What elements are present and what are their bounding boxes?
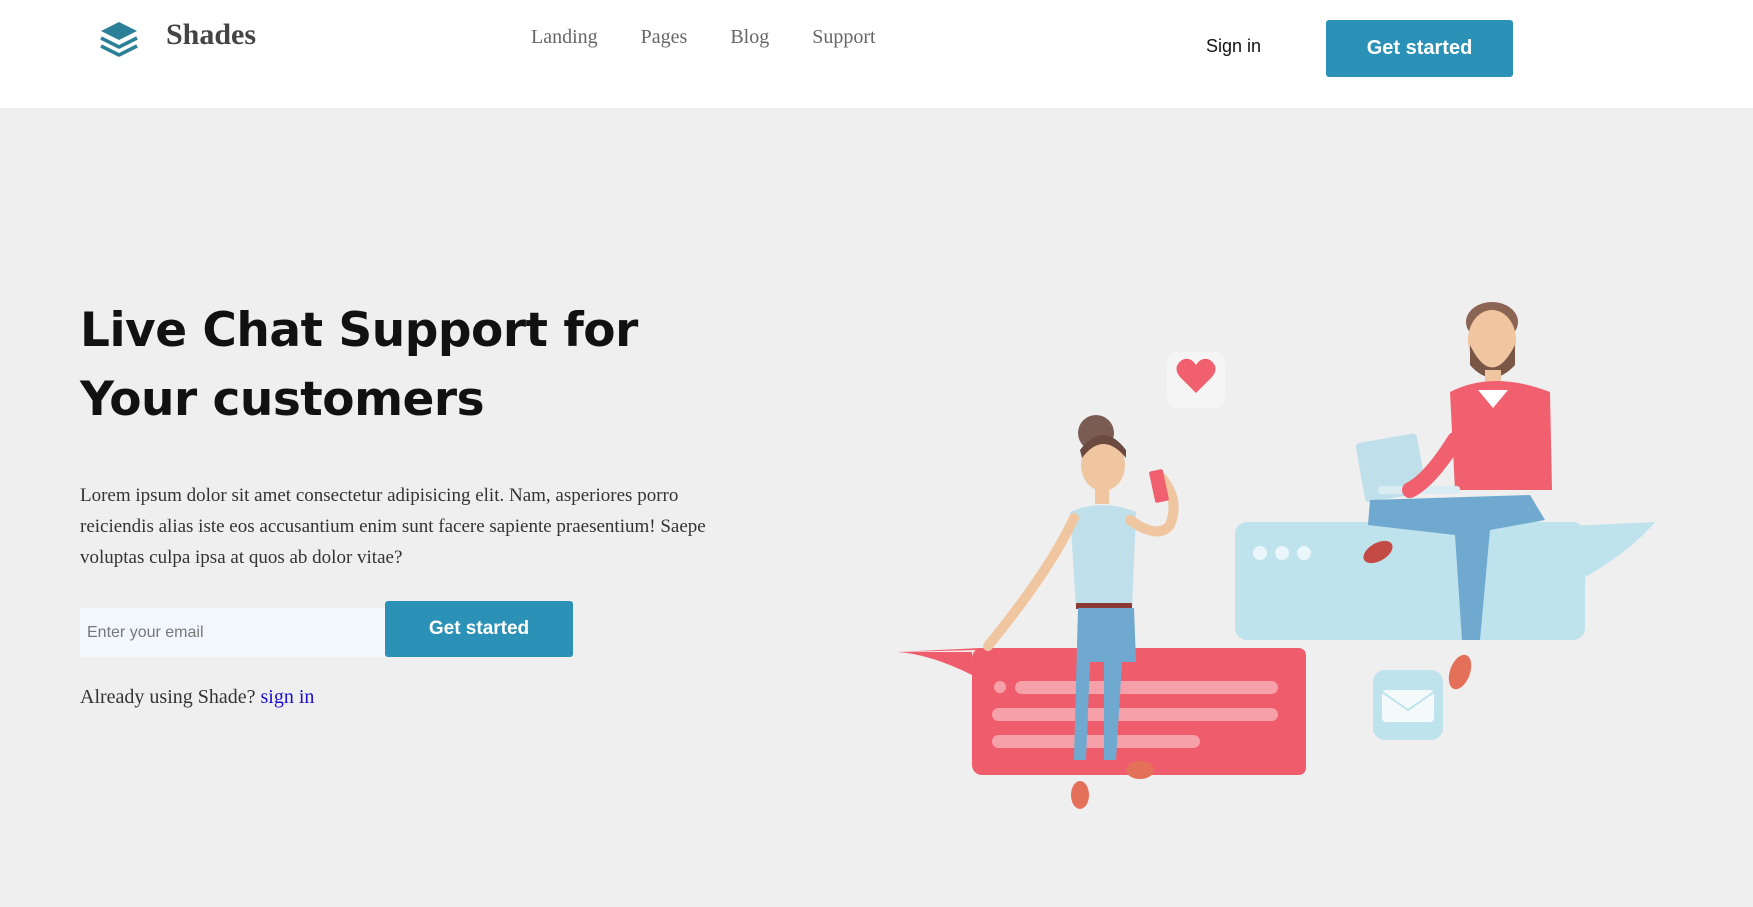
main-nav: Landing Pages Blog Support bbox=[531, 26, 919, 49]
heart-bubble bbox=[1167, 352, 1225, 408]
blue-chat-bubble bbox=[1235, 522, 1655, 640]
header-get-started-button[interactable]: Get started bbox=[1326, 20, 1513, 77]
email-input[interactable] bbox=[80, 608, 385, 657]
brand-logo[interactable]: Shades bbox=[98, 18, 256, 60]
hero-title-line-2: Your customers bbox=[80, 372, 485, 427]
nav-item-landing[interactable]: Landing bbox=[531, 26, 598, 49]
red-chat-bubble bbox=[897, 648, 1306, 775]
brand-name: Shades bbox=[166, 18, 257, 51]
hero-title-line-1: Live Chat Support for bbox=[80, 303, 638, 358]
sign-in-link[interactable]: Sign in bbox=[1206, 36, 1261, 57]
hero-description: Lorem ipsum dolor sit amet consectetur a… bbox=[80, 485, 706, 568]
hero-get-started-button[interactable]: Get started bbox=[385, 601, 573, 657]
nav-item-support[interactable]: Support bbox=[812, 26, 875, 49]
site-header: Shades Landing Pages Blog Support Sign i… bbox=[0, 0, 1753, 108]
already-using-label: Already using Shade? bbox=[80, 686, 256, 708]
nav-item-blog[interactable]: Blog bbox=[730, 26, 769, 49]
nav-item-pages[interactable]: Pages bbox=[641, 26, 688, 49]
hero-title: Live Chat Support for Your customers bbox=[80, 296, 700, 434]
envelope-bubble bbox=[1373, 670, 1443, 740]
hero-sign-in-link[interactable]: sign in bbox=[261, 686, 315, 708]
stacked-layers-icon bbox=[100, 22, 138, 57]
already-using-text: Already using Shade? sign in bbox=[80, 686, 314, 709]
live-chat-people-illustration bbox=[897, 302, 1655, 809]
